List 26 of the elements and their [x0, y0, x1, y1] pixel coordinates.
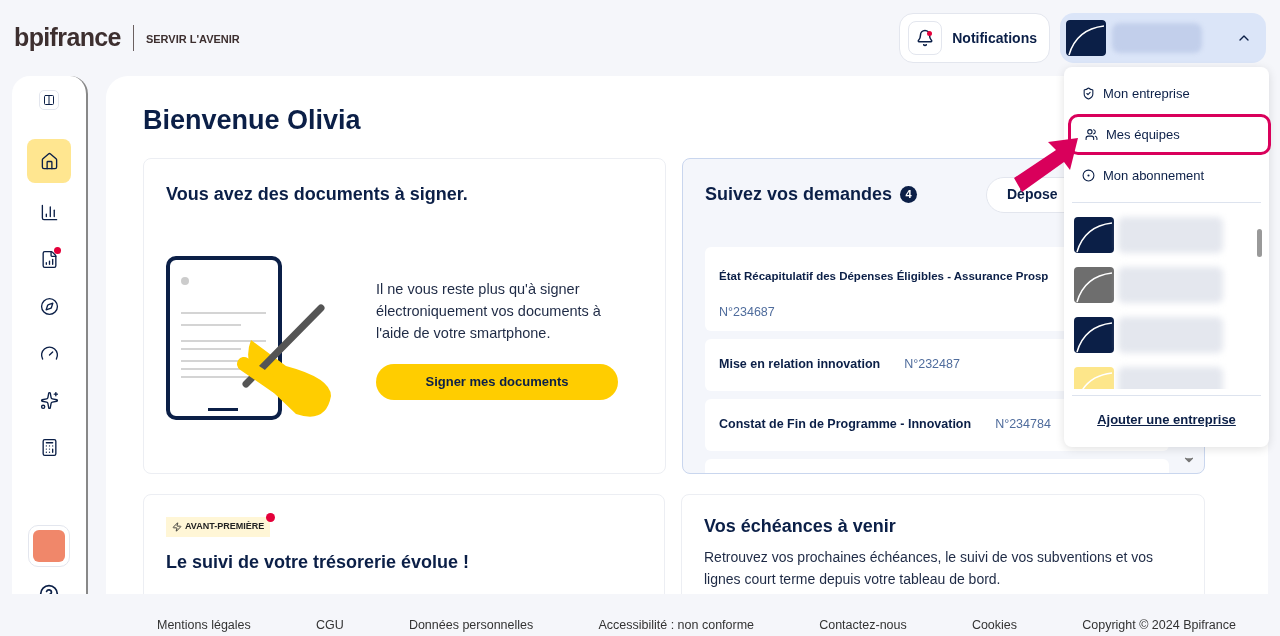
- notifications-button[interactable]: Notifications: [899, 13, 1050, 63]
- card-title: Le suivi de votre trésorerie évolue !: [166, 550, 470, 574]
- sign-description: Il ne vous reste plus qu'à signer électroniquement vos documents à l'aide de votre smartphone.: [376, 279, 602, 343]
- request-number: N°234687: [719, 303, 775, 321]
- footer-link[interactable]: Cookies: [971, 616, 1018, 635]
- brand-tagline: SERVIR L'AVENIR: [145, 31, 240, 47]
- request-title: Mise en relation innovation: [719, 356, 881, 374]
- footer-link[interactable]: Mentions légales: [157, 616, 251, 635]
- sign-documents-button[interactable]: Signer mes documents: [376, 363, 618, 400]
- footer-link[interactable]: Accessibilité : non conforme: [598, 616, 755, 635]
- footer-link[interactable]: Contactez-nous: [819, 616, 907, 635]
- card-title: Vos échéances à venir: [704, 514, 896, 538]
- deadlines-description: Retrouvez vos prochaines échéances, le suivi de vos subventions et vos lignes court terme depuis votre tableau de bord.: [704, 547, 1155, 589]
- dropdown-item[interactable]: Mon entreprise: [1068, 73, 1265, 114]
- card-title: Suivez vos demandes: [705, 183, 893, 206]
- count-badge: 4: [900, 186, 918, 203]
- request-title: Constat de Fin de Programme - Innovation: [719, 416, 972, 434]
- card-title: Vous avez des documents à signer.: [166, 182, 468, 206]
- footer-link[interactable]: Données personnelles: [408, 616, 534, 635]
- request-number: N°234784: [995, 416, 1051, 434]
- page-title: Bienvenue Olivia: [143, 104, 361, 137]
- request-title: État Récapitulatif des Dépenses Éligibles - Assurance Prosp: [719, 269, 1049, 282]
- footer-link[interactable]: CGU: [315, 616, 344, 635]
- brand-logo[interactable]: bpifrance: [14, 19, 121, 57]
- request-number: N°232487: [904, 356, 960, 374]
- footer-link[interactable]: Copyright © 2024 Bpifrance: [1082, 616, 1236, 635]
